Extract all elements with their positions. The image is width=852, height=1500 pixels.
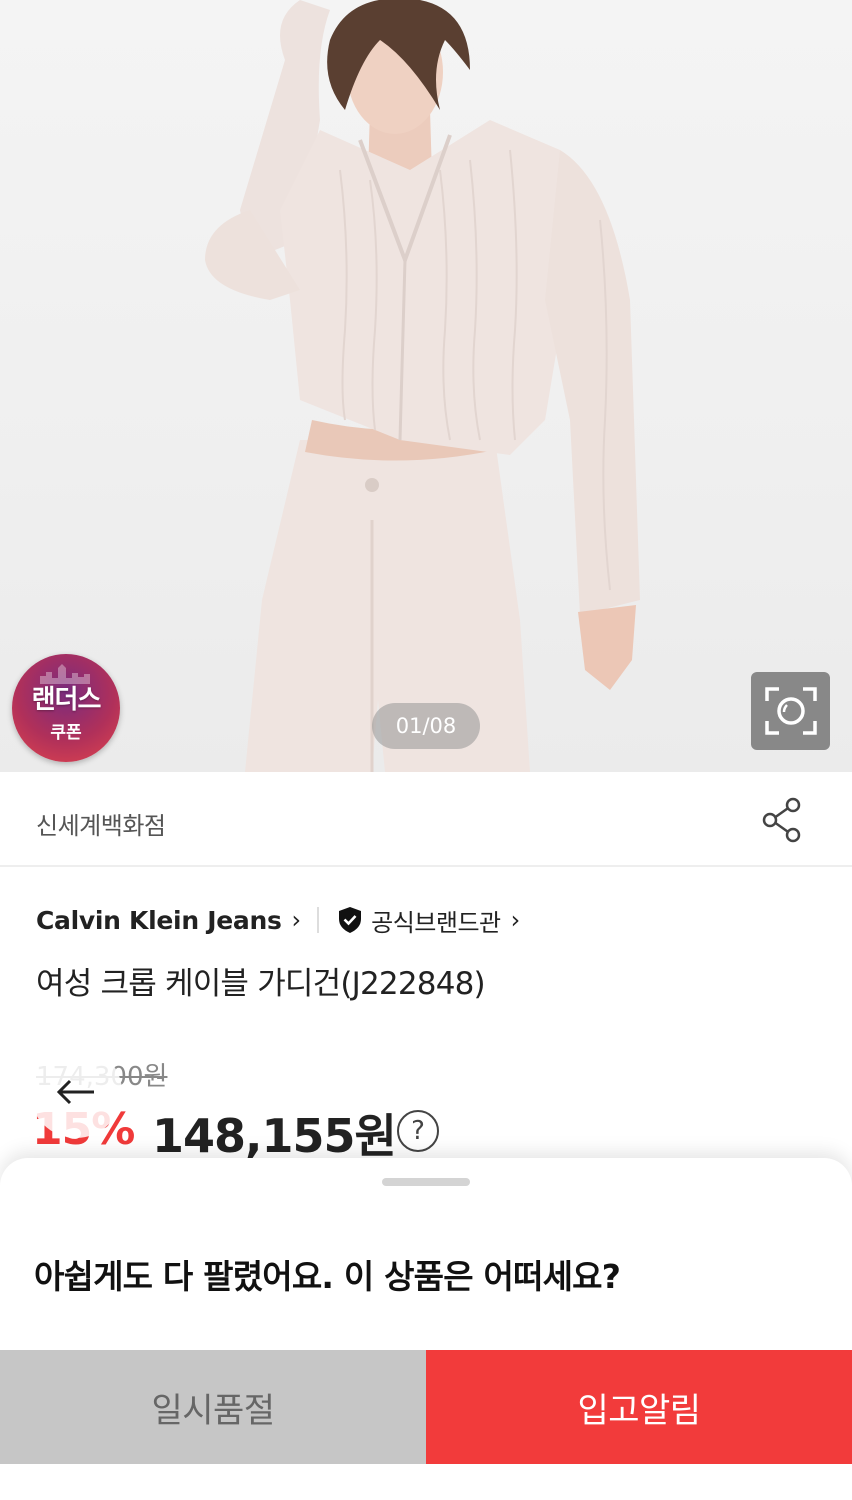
official-brand-store-link[interactable]: 공식브랜드관 <box>371 903 501 938</box>
coupon-badge-title: 랜더스 <box>31 685 102 715</box>
soldout-button[interactable]: 일시품절 <box>0 1350 426 1464</box>
soldout-message: 아쉽게도 다 팔렸어요. 이 상품은 어떠세요? <box>34 1257 621 1296</box>
currency-unit: 원 <box>143 1062 168 1092</box>
chevron-right-icon: › <box>291 906 302 934</box>
share-button[interactable] <box>760 796 804 844</box>
back-arrow-icon <box>56 1079 94 1105</box>
product-photo <box>205 0 640 772</box>
sale-price: 148,155원 <box>152 1109 397 1163</box>
image-search-button[interactable] <box>751 672 830 750</box>
image-page-indicator: 01/08 <box>372 703 480 749</box>
sheet-drag-handle[interactable] <box>382 1178 470 1186</box>
coupon-badge-subtitle: 쿠폰 <box>50 723 82 743</box>
product-image-gallery[interactable]: 랜더스 쿠폰 01/08 <box>0 0 852 772</box>
city-skyline-icon <box>40 664 90 684</box>
brand-link[interactable]: Calvin Klein Jeans <box>36 906 282 935</box>
landers-coupon-badge[interactable]: 랜더스 쿠폰 <box>12 654 120 762</box>
brand-row: Calvin Klein Jeans › 공식브랜드관 › <box>36 902 520 938</box>
camera-lens-icon <box>764 687 817 735</box>
chevron-right-icon: › <box>510 906 521 934</box>
shield-check-icon <box>339 907 362 933</box>
question-icon[interactable]: ? <box>397 1110 439 1152</box>
store-name[interactable]: 신세계백화점 <box>36 806 166 841</box>
bottom-safe-area <box>0 1464 852 1500</box>
restock-alert-button[interactable]: 입고알림 <box>426 1350 852 1464</box>
store-row: 신세계백화점 <box>0 772 852 867</box>
back-button[interactable] <box>30 1046 122 1138</box>
divider <box>317 907 320 933</box>
product-title: 여성 크롭 케이블 가디건(J222848) <box>36 966 486 1002</box>
action-button-row: 일시품절 입고알림 <box>0 1350 852 1464</box>
share-icon <box>762 797 801 843</box>
